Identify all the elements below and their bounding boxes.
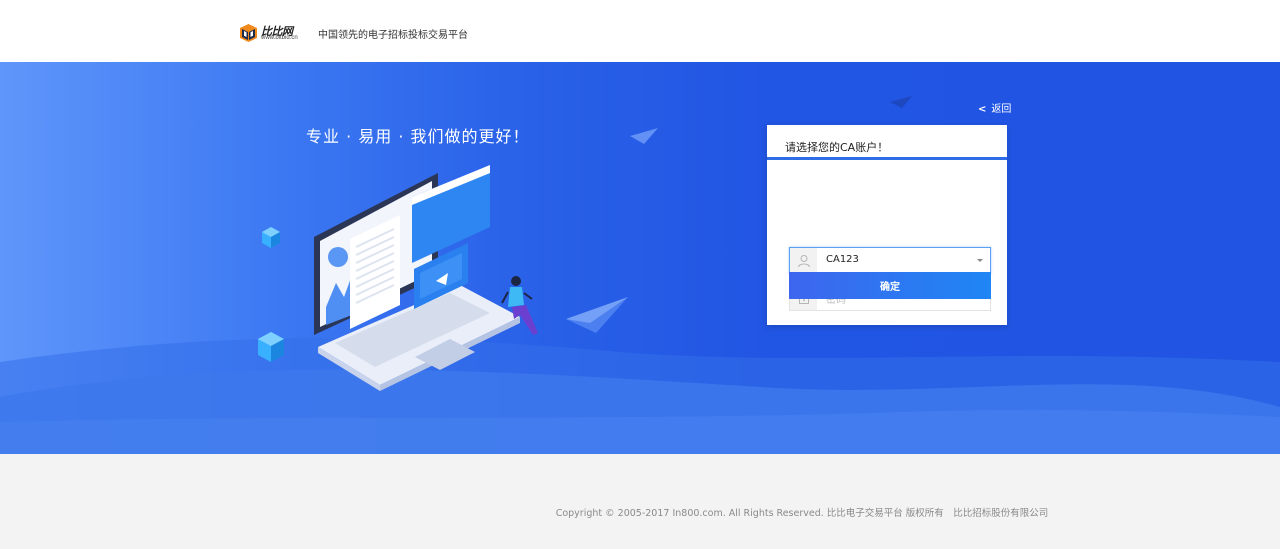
back-link-label: 返回 bbox=[991, 104, 1012, 115]
logo-icon bbox=[240, 24, 257, 42]
header-slogan: 中国领先的电子招标投标交易平台 bbox=[318, 30, 468, 41]
hero-waves bbox=[0, 338, 1280, 454]
confirm-button[interactable]: 确定 bbox=[789, 272, 991, 299]
copyright-text: Copyright © 2005-2017 In800.com. All Rig… bbox=[0, 505, 1226, 519]
paper-plane-icon bbox=[630, 128, 658, 144]
hero-banner: 专业 · 易用 · 我们做的更好！ < 返回 请选择您的CA账户！ CA123 … bbox=[0, 62, 1280, 454]
logo-url: www.bitbid.cn bbox=[261, 35, 298, 41]
back-link[interactable]: < 返回 bbox=[978, 100, 1011, 115]
ca-account-select[interactable]: CA123 bbox=[789, 247, 991, 274]
paper-plane-icon bbox=[566, 297, 628, 333]
top-header: 比比网 www.bitbid.cn 中国领先的电子招标投标交易平台 bbox=[0, 0, 1280, 62]
user-icon bbox=[790, 248, 817, 273]
hero-title: 专业 · 易用 · 我们做的更好！ bbox=[306, 127, 530, 146]
copyright-line: Copyright © 2005-2017 In800.com. All Rig… bbox=[555, 508, 1049, 519]
cube-icon bbox=[262, 227, 280, 248]
laptop-illustration bbox=[258, 165, 538, 391]
card-heading: 请选择您的CA账户！ bbox=[767, 125, 1007, 160]
chevron-left-icon: < bbox=[978, 104, 987, 115]
paper-plane-icon bbox=[890, 96, 912, 108]
footer: Copyright © 2005-2017 In800.com. All Rig… bbox=[0, 454, 1280, 549]
chevron-down-icon[interactable] bbox=[977, 259, 983, 262]
ca-login-card: 请选择您的CA账户！ CA123 密码 确定 bbox=[767, 125, 1007, 325]
cube-icon bbox=[258, 332, 284, 362]
ca-account-value: CA123 bbox=[826, 254, 859, 265]
logo[interactable]: 比比网 www.bitbid.cn bbox=[240, 22, 308, 44]
